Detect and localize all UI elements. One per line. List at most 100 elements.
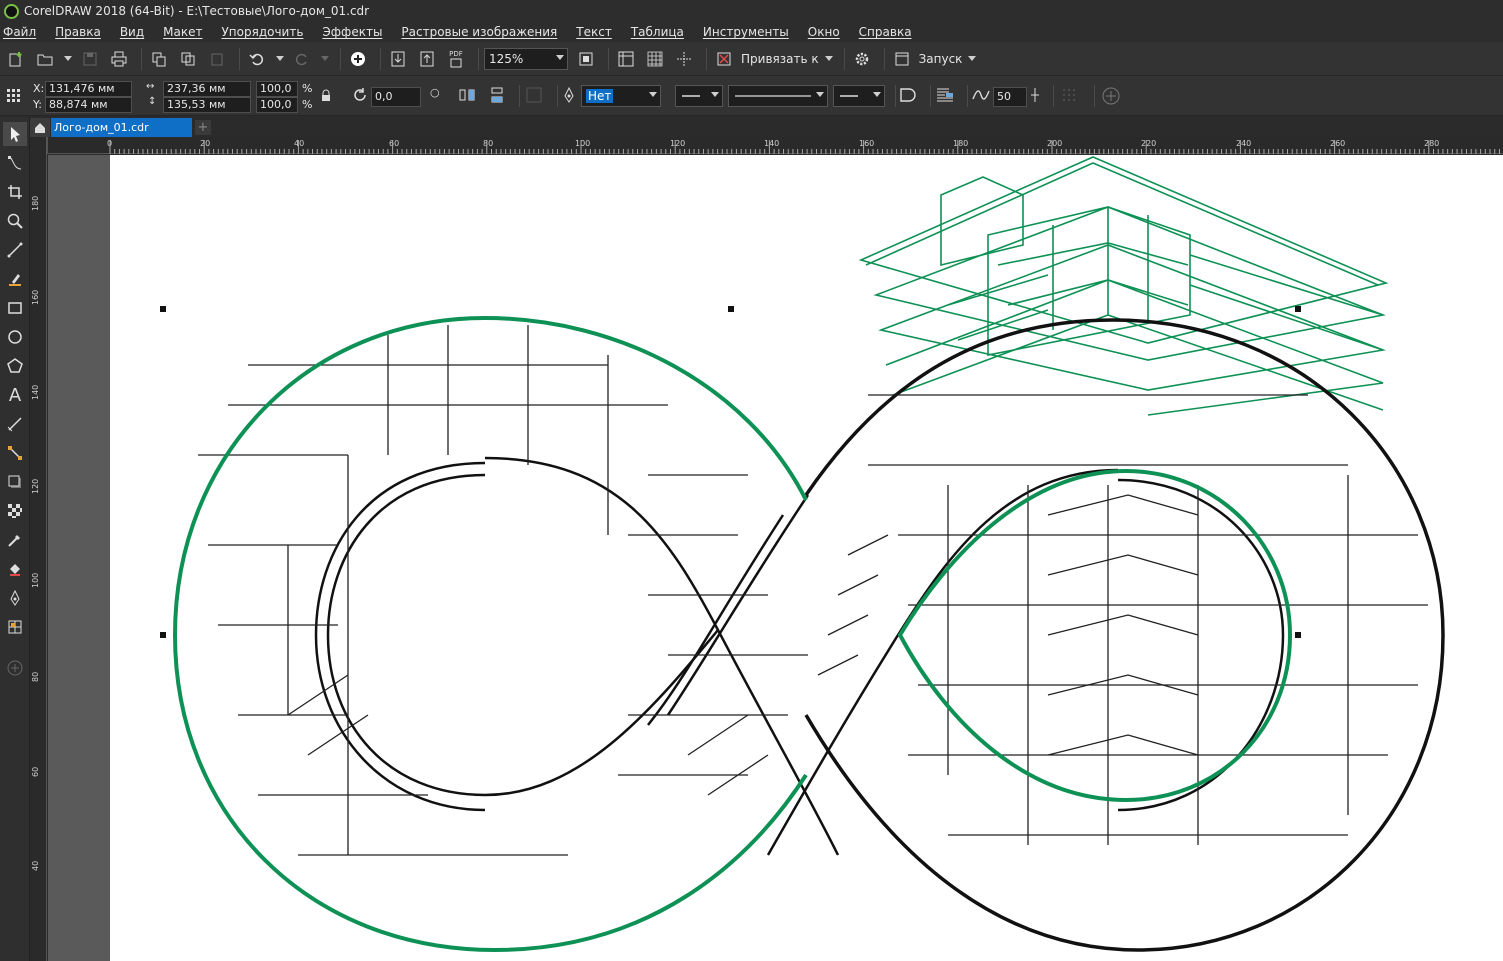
menu-file[interactable]: Файл (3, 25, 36, 39)
y-position-field[interactable]: 88,874 мм (45, 97, 132, 113)
smart-fill-tool-icon[interactable] (3, 586, 27, 610)
parallel-dimension-tool-icon[interactable] (3, 412, 27, 436)
polygon-tool-icon[interactable] (3, 354, 27, 378)
fill-pen-icon (563, 86, 575, 107)
quick-customize-icon[interactable] (1102, 87, 1120, 109)
zoom-tool-icon[interactable] (3, 209, 27, 233)
mirror-vertical-icon[interactable] (489, 87, 505, 107)
menu-tools[interactable]: Инструменты (703, 25, 789, 39)
publish-pdf-icon[interactable]: PDF (444, 47, 468, 71)
rectangle-tool-icon[interactable] (3, 296, 27, 320)
save-icon[interactable] (78, 47, 102, 71)
print-icon[interactable] (107, 47, 131, 71)
wrap-text-icon[interactable] (526, 87, 542, 107)
scale-x-field[interactable]: 100,0 (256, 81, 298, 97)
paste-icon[interactable] (205, 47, 229, 71)
shape-tool-icon[interactable] (3, 151, 27, 175)
smoothing-icon (972, 87, 990, 107)
add-tool-icon[interactable] (3, 656, 27, 680)
ellipse-tool-icon[interactable] (3, 325, 27, 349)
transparency-tool-icon[interactable] (3, 499, 27, 523)
outline-style-selector[interactable] (728, 85, 828, 107)
zoom-dropdown-icon[interactable] (556, 54, 564, 60)
smoothing-field[interactable]: 50 (993, 87, 1027, 107)
snap-to-dropdown-icon[interactable] (824, 56, 833, 61)
import-icon[interactable] (386, 47, 410, 71)
search-content-icon[interactable] (346, 47, 370, 71)
new-document-icon[interactable] (4, 47, 28, 71)
open-dropdown-icon[interactable] (64, 56, 72, 61)
welcome-home-icon[interactable] (30, 118, 50, 137)
undo-dropdown-icon[interactable] (276, 56, 284, 61)
launch-app-icon[interactable] (890, 47, 914, 71)
rotation-field[interactable]: 0,0 (371, 87, 421, 107)
width-field[interactable]: 237,36 мм (163, 81, 251, 97)
cut-icon[interactable] (147, 47, 171, 71)
height-field[interactable]: 135,53 мм (163, 97, 251, 113)
launch-label[interactable]: Запуск (919, 52, 963, 66)
show-rulers-icon[interactable] (614, 47, 638, 71)
start-arrowhead-dropdown-icon[interactable] (711, 92, 719, 97)
fill-selector[interactable]: Нет (581, 85, 661, 107)
menu-text[interactable]: Текст (576, 25, 612, 39)
toolbar-separator (883, 47, 885, 70)
export-icon[interactable] (415, 47, 439, 71)
redo-dropdown-icon[interactable] (321, 56, 329, 61)
full-screen-preview-icon[interactable] (574, 47, 598, 71)
ruler-tick: 120 (31, 478, 40, 494)
start-arrowhead-selector[interactable] (675, 85, 723, 107)
menu-layout[interactable]: Макет (163, 25, 202, 39)
fill-dropdown-icon[interactable] (649, 92, 657, 97)
open-folder-icon[interactable] (33, 47, 57, 71)
lock-ratio-icon[interactable] (321, 89, 331, 106)
tab-document[interactable]: Лого-дом_01.cdr (51, 118, 192, 137)
color-eyedropper-tool-icon[interactable] (3, 528, 27, 552)
artistic-media-tool-icon[interactable] (3, 267, 27, 291)
show-guidelines-icon[interactable] (672, 47, 696, 71)
menu-help[interactable]: Справка (859, 25, 912, 39)
object-origin-icon[interactable] (6, 88, 22, 108)
infinity-house-artwork[interactable] (48, 155, 1503, 961)
ruler-tick: 80 (31, 671, 40, 682)
x-position-field[interactable]: 131,476 мм (45, 81, 132, 97)
crop-tool-icon[interactable] (3, 180, 27, 204)
outline-style-dropdown-icon[interactable] (816, 92, 824, 97)
menu-bitmaps[interactable]: Растровые изображения (401, 25, 557, 39)
connector-tool-icon[interactable] (3, 441, 27, 465)
undo-icon[interactable] (245, 47, 269, 71)
menu-edit[interactable]: Правка (55, 25, 101, 39)
drawing-canvas[interactable] (48, 155, 1503, 961)
mirror-horizontal-icon[interactable] (459, 87, 475, 107)
text-tool-icon[interactable]: A (3, 383, 27, 407)
drop-shadow-tool-icon[interactable] (3, 470, 27, 494)
menu-arrange[interactable]: Упорядочить (221, 25, 303, 39)
snap-off-icon[interactable] (712, 47, 736, 71)
show-grid-icon[interactable] (643, 47, 667, 71)
smoothing-slider-icon[interactable] (1030, 87, 1040, 107)
scale-y-field[interactable]: 100,0 (256, 97, 298, 113)
interactive-mesh-tool-icon[interactable] (3, 615, 27, 639)
zoom-level-combo[interactable]: 125% (484, 47, 568, 70)
text-wrap-icon[interactable] (936, 87, 954, 107)
line-end-icon (682, 95, 700, 97)
menu-view[interactable]: Вид (120, 25, 144, 39)
vertical-ruler[interactable]: 180 160 140 120 100 80 60 40 (30, 137, 47, 961)
launch-dropdown-icon[interactable] (968, 56, 977, 61)
pick-tool-icon[interactable] (3, 122, 27, 146)
redo-icon[interactable] (290, 47, 314, 71)
end-arrowhead-selector[interactable] (833, 85, 885, 107)
new-tab-plus-icon[interactable]: + (195, 120, 211, 135)
end-arrowhead-dropdown-icon[interactable] (873, 92, 881, 97)
menu-table[interactable]: Таблица (631, 25, 684, 39)
line-style-icon (735, 95, 811, 97)
interactive-fill-tool-icon[interactable] (3, 557, 27, 581)
menu-window[interactable]: Окно (808, 25, 840, 39)
menu-effects[interactable]: Эффекты (322, 25, 382, 39)
copy-icon[interactable] (176, 47, 200, 71)
freehand-tool-icon[interactable] (3, 238, 27, 262)
ruler-tick: 40 (31, 860, 40, 871)
horizontal-ruler[interactable]: 0 20 40 60 80 100 120 140 160 180 200 22… (48, 137, 1503, 154)
close-curve-icon[interactable] (899, 87, 917, 107)
snap-to-label[interactable]: Привязать к (741, 52, 819, 66)
options-gear-icon[interactable] (850, 47, 874, 71)
